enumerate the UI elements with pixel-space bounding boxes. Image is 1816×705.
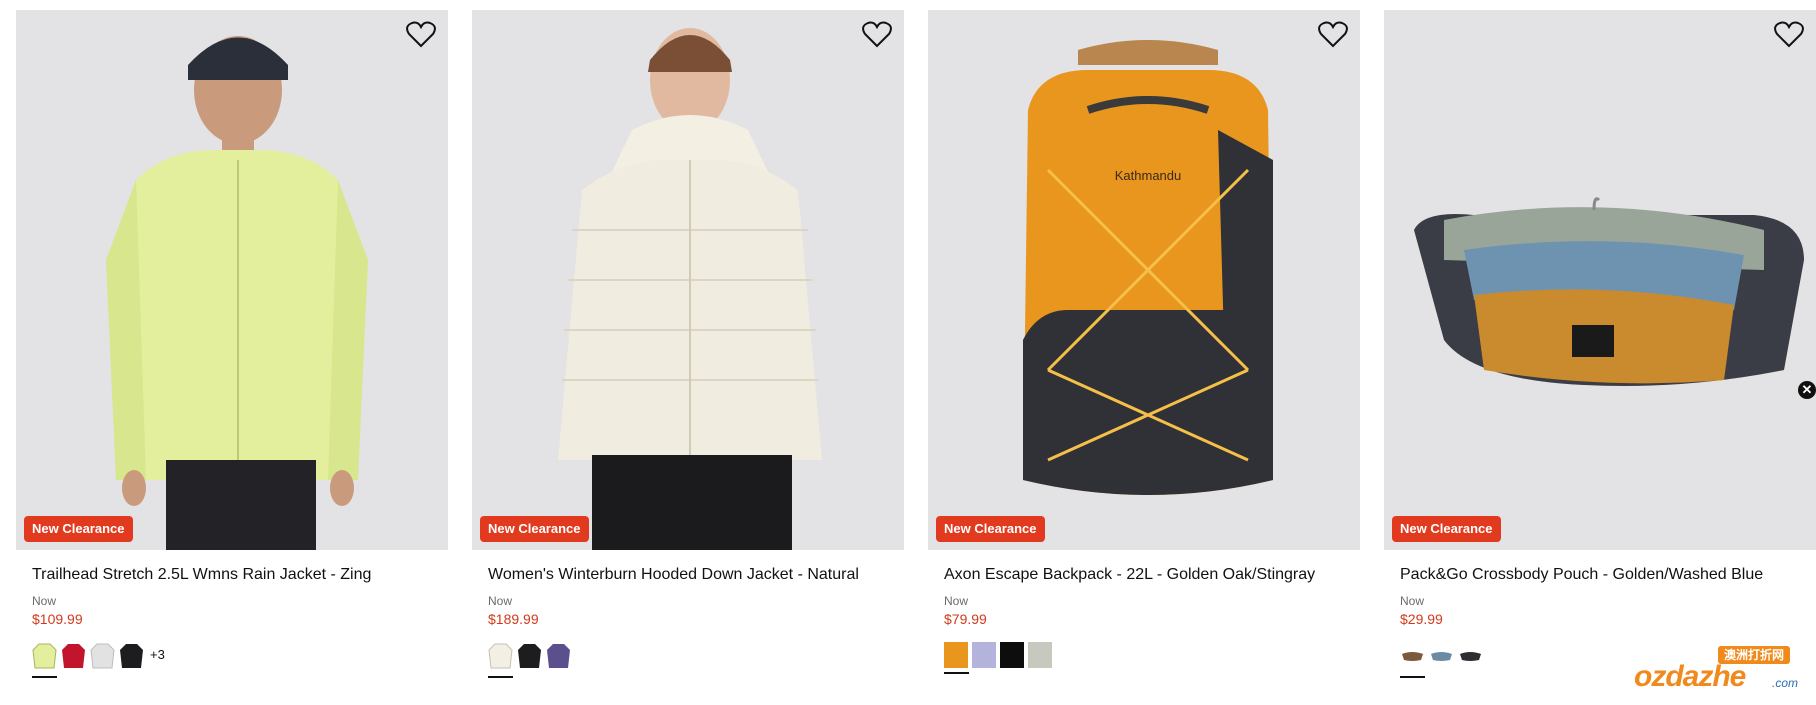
product-card[interactable]: Kathmandu New Clearance Axon Escape Back… [928, 10, 1360, 700]
swatch-black[interactable] [1000, 642, 1024, 668]
heart-icon[interactable] [1774, 20, 1804, 48]
swatch-washed-blue[interactable] [1429, 642, 1454, 672]
heart-icon[interactable] [406, 20, 436, 48]
swatch-zing[interactable] [32, 642, 57, 678]
product-price: $109.99 [32, 611, 83, 627]
swatch-stone[interactable] [1028, 642, 1052, 668]
down-jacket-image [558, 28, 822, 550]
color-swatches: +3 [32, 642, 165, 682]
product-title[interactable]: Trailhead Stretch 2.5L Wmns Rain Jacket … [32, 566, 371, 584]
new-clearance-badge: New Clearance [1392, 516, 1501, 542]
heart-icon[interactable] [862, 20, 892, 48]
close-icon[interactable]: ✕ [1798, 381, 1816, 399]
product-price: $29.99 [1400, 611, 1443, 627]
product-image[interactable]: New Clearance [472, 10, 904, 550]
swatch-black[interactable] [1458, 642, 1483, 672]
watermark-text: ozdazhe [1634, 660, 1746, 693]
product-title[interactable]: Pack&Go Crossbody Pouch - Golden/Washed … [1400, 566, 1763, 584]
new-clearance-badge: New Clearance [936, 516, 1045, 542]
swatch-lavender[interactable] [972, 642, 996, 668]
now-label: Now [488, 594, 513, 608]
crossbody-pouch-image [1414, 197, 1804, 386]
color-swatches [944, 642, 1052, 682]
new-clearance-badge: New Clearance [480, 516, 589, 542]
now-label: Now [1400, 594, 1425, 608]
swatch-natural[interactable] [488, 642, 513, 678]
product-title[interactable]: Women's Winterburn Hooded Down Jacket - … [488, 566, 859, 584]
swatch-purple[interactable] [546, 642, 571, 672]
swatch-golden-oak[interactable] [944, 642, 969, 674]
swatch-grey[interactable] [90, 642, 115, 672]
product-price: $79.99 [944, 611, 987, 627]
swatch-black[interactable] [517, 642, 542, 672]
product-image[interactable]: New Clearance [16, 10, 448, 550]
product-image[interactable]: Kathmandu New Clearance [928, 10, 1360, 550]
svg-text:Kathmandu: Kathmandu [1115, 168, 1182, 183]
heart-icon[interactable] [1318, 20, 1348, 48]
swatch-black[interactable] [119, 642, 144, 672]
product-card[interactable]: New Clearance Pack&Go Crossbody Pouch - … [1384, 10, 1816, 700]
product-image[interactable]: New Clearance [1384, 10, 1816, 550]
new-clearance-badge: New Clearance [24, 516, 133, 542]
product-card[interactable]: New Clearance Women's Winterburn Hooded … [472, 10, 904, 700]
now-label: Now [944, 594, 969, 608]
rain-jacket-image [106, 36, 368, 550]
backpack-image: Kathmandu [1023, 40, 1273, 495]
color-swatches [488, 642, 571, 682]
more-colors[interactable]: +3 [150, 642, 165, 668]
product-card[interactable]: New Clearance Trailhead Stretch 2.5L Wmn… [16, 10, 448, 700]
product-price: $189.99 [488, 611, 539, 627]
product-title[interactable]: Axon Escape Backpack - 22L - Golden Oak/… [944, 566, 1315, 584]
watermark-logo: 澳洲打折网 ozdazhe .com [1628, 646, 1798, 694]
swatch-golden[interactable] [1400, 642, 1425, 678]
watermark-suffix: .com [1771, 676, 1798, 690]
swatch-red[interactable] [61, 642, 86, 672]
color-swatches [1400, 642, 1483, 682]
now-label: Now [32, 594, 57, 608]
product-grid: New Clearance Trailhead Stretch 2.5L Wmn… [16, 10, 1816, 705]
